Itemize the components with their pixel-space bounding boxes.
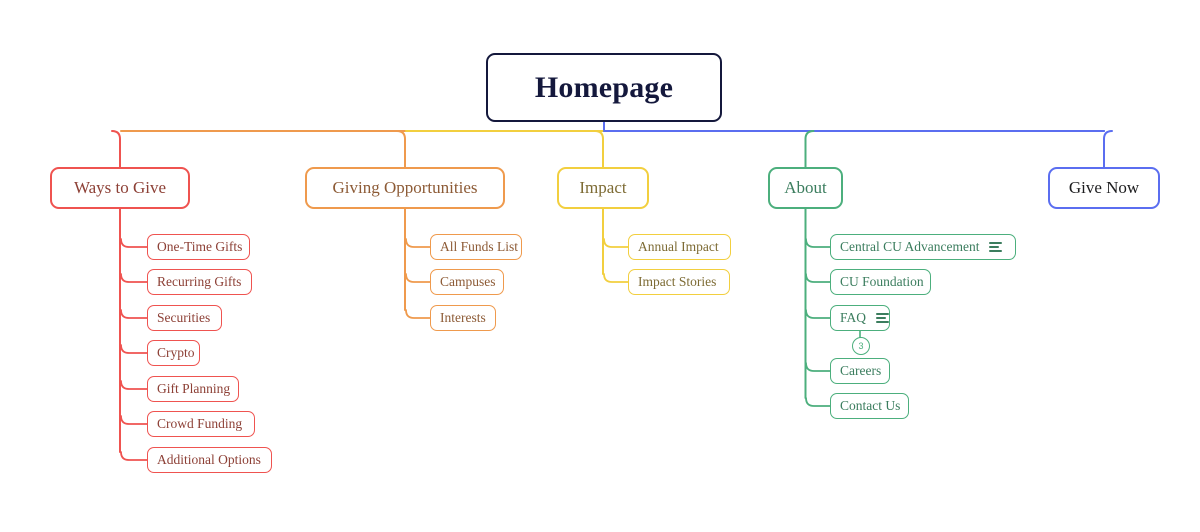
branch-node-giving-opportunities[interactable]: Giving Opportunities [305, 167, 505, 209]
branch-node-impact[interactable]: Impact [557, 167, 649, 209]
root-node-label: Homepage [534, 70, 674, 104]
notes-icon[interactable] [989, 242, 1003, 252]
leaf-node-giving-opportunities-1-label: Campuses [440, 274, 496, 289]
leaf-node-ways-to-give-3[interactable]: Crypto [147, 340, 200, 366]
leaf-node-ways-to-give-2-label: Securities [157, 310, 211, 325]
branch-node-about-label: About [784, 178, 827, 197]
notes-icon[interactable] [876, 313, 890, 323]
leaf-node-ways-to-give-3-label: Crypto [157, 345, 195, 360]
branch-node-give-now-label: Give Now [1068, 178, 1140, 197]
collapsed-children-badge[interactable]: 3 [852, 337, 870, 355]
leaf-node-impact-0-label: Annual Impact [638, 239, 719, 254]
leaf-node-ways-to-give-5-label: Crowd Funding [157, 416, 243, 431]
leaf-node-about-1[interactable]: CU Foundation [830, 269, 931, 295]
branch-node-impact-label: Impact [579, 178, 627, 197]
leaf-node-ways-to-give-6[interactable]: Additional Options [147, 447, 272, 473]
leaf-node-ways-to-give-4[interactable]: Gift Planning [147, 376, 239, 402]
leaf-node-about-2[interactable]: FAQ [830, 305, 890, 331]
branch-node-giving-opportunities-label: Giving Opportunities [332, 178, 478, 197]
leaf-node-ways-to-give-1[interactable]: Recurring Gifts [147, 269, 252, 295]
mindmap-canvas: Homepage Ways to Give One-Time Gifts Recurr… [0, 0, 1200, 532]
branch-node-ways-to-give-label: Ways to Give [73, 178, 167, 197]
leaf-node-giving-opportunities-2-label: Interests [440, 310, 486, 325]
leaf-node-about-2-label: FAQ [840, 310, 867, 325]
leaf-node-impact-0[interactable]: Annual Impact [628, 234, 731, 260]
leaf-node-giving-opportunities-0-label: All Funds List [440, 239, 519, 254]
leaf-node-about-0-label: Central CU Advancement [840, 239, 980, 254]
leaf-node-giving-opportunities-2[interactable]: Interests [430, 305, 496, 331]
leaf-node-about-3[interactable]: Careers [830, 358, 890, 384]
leaf-node-ways-to-give-1-label: Recurring Gifts [157, 274, 242, 289]
leaf-node-ways-to-give-2[interactable]: Securities [147, 305, 222, 331]
leaf-node-ways-to-give-0[interactable]: One-Time Gifts [147, 234, 250, 260]
branch-node-give-now[interactable]: Give Now [1048, 167, 1160, 209]
leaf-node-about-3-label: Careers [840, 363, 882, 378]
leaf-node-about-4[interactable]: Contact Us [830, 393, 909, 419]
leaf-node-ways-to-give-0-label: One-Time Gifts [157, 239, 243, 254]
leaf-node-impact-1-label: Impact Stories [638, 274, 717, 289]
leaf-node-giving-opportunities-0[interactable]: All Funds List [430, 234, 522, 260]
leaf-node-about-4-label: Contact Us [840, 398, 901, 413]
leaf-node-impact-1[interactable]: Impact Stories [628, 269, 730, 295]
leaf-node-ways-to-give-4-label: Gift Planning [157, 381, 231, 396]
root-node[interactable]: Homepage [486, 53, 722, 122]
leaf-node-ways-to-give-6-label: Additional Options [157, 452, 261, 467]
leaf-node-about-1-label: CU Foundation [840, 274, 924, 289]
branch-node-ways-to-give[interactable]: Ways to Give [50, 167, 190, 209]
branch-node-about[interactable]: About [768, 167, 843, 209]
leaf-node-ways-to-give-5[interactable]: Crowd Funding [147, 411, 255, 437]
leaf-node-giving-opportunities-1[interactable]: Campuses [430, 269, 504, 295]
leaf-node-about-0[interactable]: Central CU Advancement [830, 234, 1016, 260]
